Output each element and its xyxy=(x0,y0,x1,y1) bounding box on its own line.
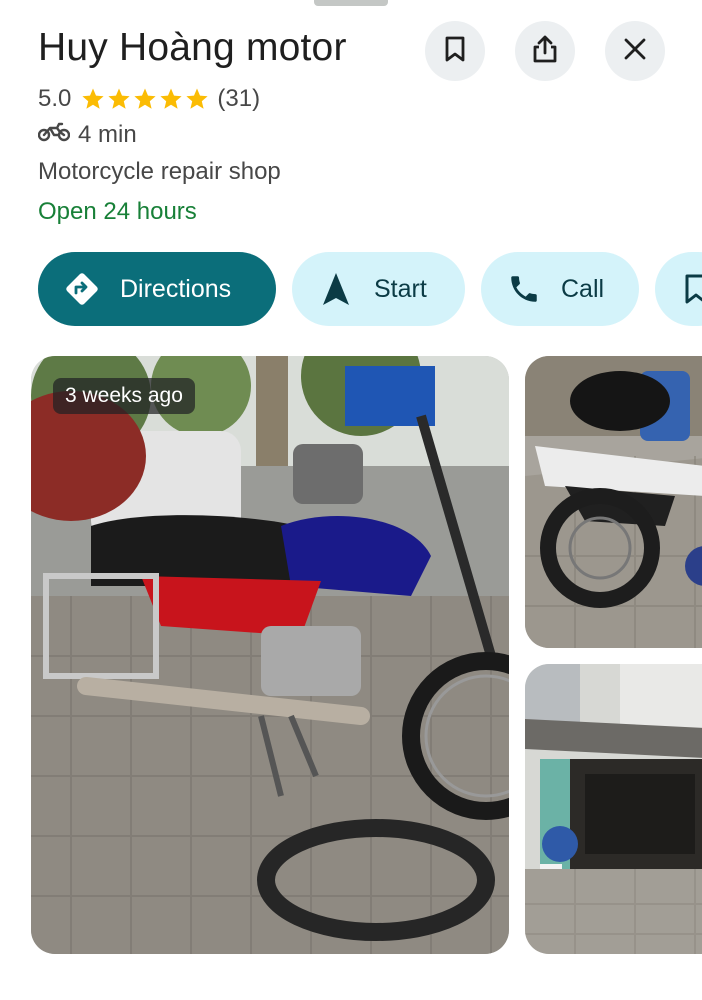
motorcycle-icon xyxy=(37,121,78,149)
start-label: Start xyxy=(374,274,427,303)
directions-icon xyxy=(64,271,100,307)
main-photo[interactable]: 3 weeks ago xyxy=(31,356,509,954)
star-icon xyxy=(82,88,104,109)
save-chip-button[interactable] xyxy=(655,252,702,326)
star-icon xyxy=(134,88,156,109)
rating-value: 5.0 xyxy=(38,85,72,112)
close-button[interactable] xyxy=(605,21,665,81)
navigation-arrow-icon xyxy=(322,272,350,306)
thumbnail-photo-1[interactable] xyxy=(525,356,702,648)
bookmark-icon xyxy=(683,273,702,305)
drag-handle[interactable] xyxy=(314,0,388,6)
opening-hours[interactable]: Open 24 hours xyxy=(38,198,197,226)
star-icon xyxy=(160,88,182,109)
save-button[interactable] xyxy=(425,21,485,81)
thumbnail-photo-2[interactable] xyxy=(525,664,702,954)
place-title: Huy Hoàng motor xyxy=(38,26,347,69)
dirtbike-photo xyxy=(525,356,702,648)
call-label: Call xyxy=(561,274,605,303)
directions-button[interactable]: Directions xyxy=(38,252,276,326)
close-icon xyxy=(623,37,647,66)
review-count: (31) xyxy=(217,85,261,112)
call-button[interactable]: Call xyxy=(481,252,639,326)
bookmark-icon xyxy=(442,35,468,68)
share-button[interactable] xyxy=(515,21,575,81)
rating-stars xyxy=(81,87,209,111)
motorcycle-photo xyxy=(31,356,509,954)
travel-time-row: 4 min xyxy=(37,120,137,150)
share-icon xyxy=(531,34,559,69)
phone-icon xyxy=(507,272,541,306)
start-button[interactable]: Start xyxy=(292,252,465,326)
rating-row[interactable]: 5.0 (31) xyxy=(38,84,260,114)
directions-label: Directions xyxy=(120,274,232,303)
star-icon xyxy=(186,88,208,109)
travel-time: 4 min xyxy=(78,121,137,148)
photo-age-badge: 3 weeks ago xyxy=(53,378,195,414)
garage-photo xyxy=(525,664,702,954)
place-category: Motorcycle repair shop xyxy=(38,158,281,185)
star-icon xyxy=(108,88,130,109)
